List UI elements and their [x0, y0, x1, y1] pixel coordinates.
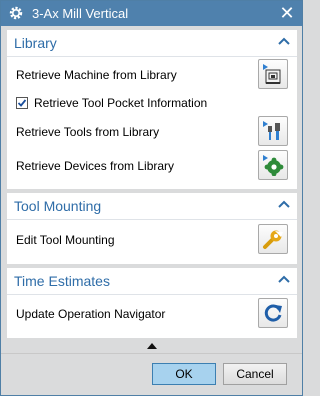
gear-icon	[9, 6, 23, 20]
update-navigator-label: Update Operation Navigator	[16, 307, 166, 321]
time-estimates-header[interactable]: Time Estimates	[7, 268, 297, 295]
dialog-window: 3-Ax Mill Vertical ✕ Library Retrieve Ma…	[0, 0, 303, 396]
tool-mounting-title: Tool Mounting	[14, 198, 102, 214]
retrieve-tools-label: Retrieve Tools from Library	[16, 125, 160, 139]
checkmark-icon	[17, 99, 27, 107]
retrieve-devices-label: Retrieve Devices from Library	[16, 159, 175, 173]
ok-button[interactable]: OK	[152, 363, 216, 385]
retrieve-devices-button[interactable]	[258, 150, 288, 180]
library-title: Library	[14, 35, 57, 51]
chevron-up-icon[interactable]	[277, 199, 291, 209]
retrieve-pocket-checkbox[interactable]	[16, 97, 28, 109]
retrieve-pocket-label: Retrieve Tool Pocket Information	[34, 96, 208, 110]
retrieve-machine-button[interactable]	[258, 59, 288, 89]
edit-tool-mounting-label: Edit Tool Mounting	[16, 233, 115, 247]
chevron-up-icon[interactable]	[277, 274, 291, 284]
library-section: Library Retrieve Machine from Library Re…	[7, 30, 297, 189]
tool-mounting-section: Tool Mounting Edit Tool Mounting	[7, 193, 297, 264]
footer-divider	[1, 353, 302, 354]
edit-tool-mounting-button[interactable]	[258, 224, 288, 254]
machine-library-icon	[263, 64, 281, 84]
close-icon[interactable]: ✕	[278, 3, 296, 23]
title-bar[interactable]: 3-Ax Mill Vertical ✕	[1, 1, 302, 26]
collapse-arrow-icon[interactable]	[147, 342, 157, 349]
library-header[interactable]: Library	[7, 30, 297, 57]
time-estimates-section: Time Estimates Update Operation Navigato…	[7, 268, 297, 338]
device-library-icon	[263, 155, 284, 176]
retrieve-machine-label: Retrieve Machine from Library	[16, 68, 177, 82]
chevron-up-icon[interactable]	[277, 36, 291, 46]
refresh-icon	[264, 304, 282, 322]
wrench-icon	[263, 230, 283, 249]
update-navigator-button[interactable]	[258, 298, 288, 328]
retrieve-tools-button[interactable]	[258, 116, 288, 146]
cancel-button[interactable]: Cancel	[223, 363, 287, 385]
time-estimates-title: Time Estimates	[14, 273, 110, 289]
tool-mounting-header[interactable]: Tool Mounting	[7, 193, 297, 220]
tool-library-icon	[263, 121, 280, 140]
window-title: 3-Ax Mill Vertical	[32, 6, 129, 21]
